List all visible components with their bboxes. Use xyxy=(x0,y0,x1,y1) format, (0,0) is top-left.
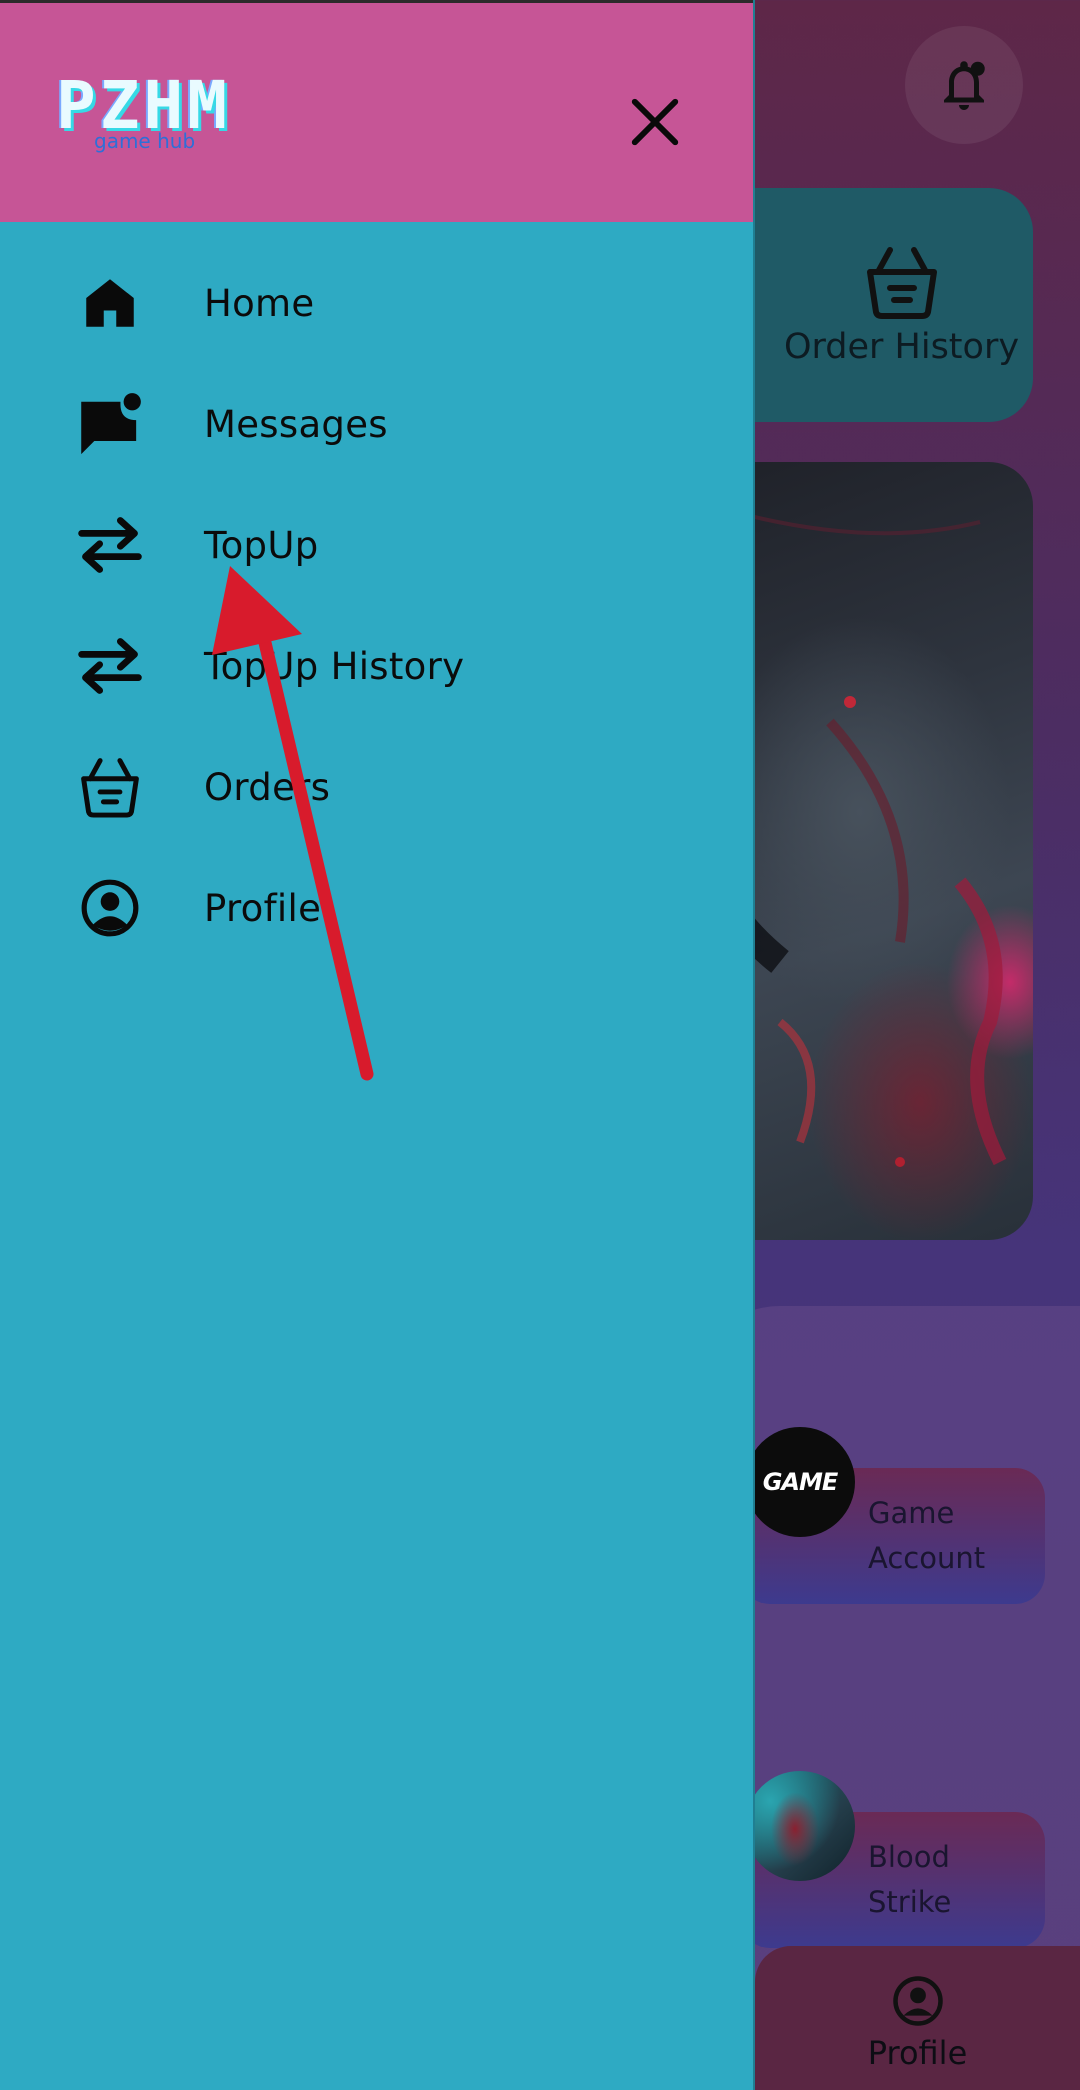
game-item-label: Game Account xyxy=(868,1496,986,1575)
message-icon xyxy=(40,391,180,457)
game-store-logo-text: GAME xyxy=(762,1468,839,1496)
navigation-drawer: PZHM game hub Home Messages TopUp TopUp … xyxy=(0,0,755,2090)
basket-icon xyxy=(866,247,937,319)
game-store-logo: GAME xyxy=(745,1427,855,1537)
game-item-label: Blood Strike xyxy=(868,1840,952,1919)
menu-item-orders[interactable]: Orders xyxy=(40,737,720,837)
menu-item-label: TopUp xyxy=(204,523,319,567)
menu-item-label: Orders xyxy=(204,765,331,809)
swap-icon xyxy=(40,514,180,576)
menu-item-topup-history[interactable]: TopUp History xyxy=(40,616,720,716)
menu-item-profile[interactable]: Profile xyxy=(40,858,720,958)
notification-button[interactable] xyxy=(905,26,1023,144)
profile-icon xyxy=(40,877,180,939)
order-history-label: Order History xyxy=(783,327,1020,367)
menu-item-label: Messages xyxy=(204,402,388,446)
menu-item-label: Profile xyxy=(204,886,322,930)
menu-item-topup[interactable]: TopUp xyxy=(40,495,720,595)
app-logo: PZHM game hub xyxy=(56,73,231,154)
menu-item-label: Home xyxy=(204,281,315,325)
menu-item-home[interactable]: Home xyxy=(40,253,720,353)
profile-icon xyxy=(892,1976,943,2026)
bottom-nav-profile-label: Profile xyxy=(867,2034,968,2072)
menu-item-label: TopUp History xyxy=(204,644,465,688)
home-icon xyxy=(40,272,180,334)
close-icon[interactable] xyxy=(628,95,682,149)
drawer-header: PZHM game hub xyxy=(0,0,753,222)
swap-icon xyxy=(40,635,180,697)
bottom-nav-profile[interactable]: Profile xyxy=(755,1946,1080,2090)
basket-icon xyxy=(40,755,180,819)
blood-strike-avatar xyxy=(745,1771,855,1881)
bell-icon xyxy=(944,61,985,110)
menu-item-messages[interactable]: Messages xyxy=(40,374,720,474)
